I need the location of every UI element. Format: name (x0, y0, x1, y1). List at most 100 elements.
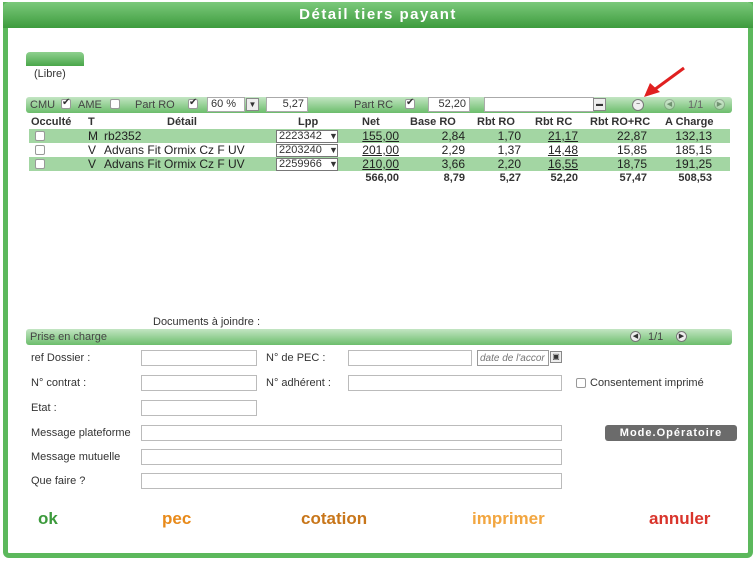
minus-icon[interactable]: ▬ (593, 98, 606, 111)
cotation-button[interactable]: cotation (301, 509, 367, 529)
que-faire-label: Que faire ? (31, 475, 86, 487)
part-ro-value[interactable]: 5,27 (266, 97, 308, 112)
num-adherent-input[interactable] (348, 375, 562, 391)
row-type: V (88, 157, 97, 171)
message-mutuelle-input[interactable] (141, 449, 562, 465)
row-type: V (88, 143, 97, 157)
chevron-down-icon[interactable]: ▼ (246, 98, 259, 111)
consentement-checkbox[interactable] (576, 378, 586, 388)
ref-dossier-label: ref Dossier : (31, 352, 91, 364)
documents-label: Documents à joindre : (153, 316, 260, 328)
header-net: Net (362, 116, 380, 128)
table-row[interactable]: V Advans Fit Ormix Cz F UV 2203240 ▼ 201… (29, 143, 730, 157)
options-pager: 1/1 (688, 99, 704, 111)
cmu-label: CMU (30, 99, 56, 111)
chevron-down-icon[interactable]: ▼ (329, 158, 338, 171)
cmu-checkbox[interactable] (61, 97, 71, 109)
row-rbt-ro: 1,37 (497, 143, 521, 157)
num-contrat-input[interactable] (141, 375, 257, 391)
chevron-down-icon[interactable]: ▼ (329, 130, 338, 143)
red-pointer-arrow-icon (644, 66, 685, 97)
header-rbt-ro: Rbt RO (477, 116, 515, 128)
row-net[interactable]: 210,00 (345, 157, 399, 171)
prise-en-charge-bar (26, 329, 732, 345)
next-page-icon[interactable]: ▶ (676, 331, 687, 342)
total-rbt-rc: 52,20 (550, 172, 578, 184)
prev-page-icon[interactable]: ◀ (664, 99, 675, 110)
row-rbt-ro-rc: 15,85 (616, 143, 647, 157)
consentement-label: Consentement imprimé (590, 377, 704, 389)
message-plateforme-input[interactable] (141, 425, 562, 441)
row-rbt-ro-rc: 22,87 (616, 129, 647, 143)
prise-en-charge-label: Prise en charge (30, 331, 108, 343)
row-rbt-ro: 1,70 (497, 129, 521, 143)
que-faire-input[interactable] (141, 473, 562, 489)
mode-operatoire-button[interactable]: Mode.Opératoire (605, 425, 737, 441)
total-base-ro: 8,79 (443, 172, 465, 184)
num-pec-label: N° de PEC : (266, 352, 326, 364)
total-a-charge: 508,53 (678, 172, 712, 184)
row-a-charge: 191,25 (675, 157, 712, 171)
num-contrat-label: N° contrat : (31, 377, 87, 389)
circle-minus-icon[interactable]: − (632, 99, 644, 111)
part-rc-checkbox[interactable] (405, 97, 415, 109)
header-rbt-rc: Rbt RC (535, 116, 573, 128)
table-row[interactable]: M rb2352 2223342 ▼ 155,00 2,84 1,70 21,1… (29, 129, 730, 143)
etat-label: Etat : (31, 402, 57, 414)
row-detail: Advans Fit Ormix Cz F UV (104, 157, 245, 171)
message-mutuelle-label: Message mutuelle (31, 451, 121, 463)
search-input[interactable] (484, 97, 594, 112)
occulte-checkbox[interactable] (35, 145, 45, 155)
row-rbt-ro-rc: 18,75 (616, 157, 647, 171)
table-row[interactable]: V Advans Fit Ormix Cz F UV 2259966 ▼ 210… (29, 157, 730, 171)
header-a-charge: A Charge (665, 116, 714, 128)
total-net: 566,00 (365, 172, 399, 184)
row-rbt-rc[interactable]: 21,17 (531, 129, 578, 143)
row-a-charge: 132,13 (675, 129, 712, 143)
row-rbt-rc[interactable]: 14,48 (531, 143, 578, 157)
row-base-ro: 2,84 (441, 129, 465, 143)
row-base-ro: 2,29 (441, 143, 465, 157)
part-ro-label: Part RO (135, 99, 175, 111)
annuler-button[interactable]: annuler (649, 509, 710, 529)
header-base-ro: Base RO (410, 116, 456, 128)
ame-checkbox[interactable] (110, 99, 120, 109)
row-a-charge: 185,15 (675, 143, 712, 157)
row-net[interactable]: 201,00 (345, 143, 399, 157)
occulte-checkbox[interactable] (35, 159, 45, 169)
etat-input[interactable] (141, 400, 257, 416)
chevron-down-icon[interactable]: ▼ (329, 144, 338, 157)
row-detail: rb2352 (104, 129, 142, 143)
prise-pager: 1/1 (648, 331, 664, 343)
pec-button[interactable]: pec (162, 509, 191, 529)
ref-dossier-input[interactable] (141, 350, 257, 366)
libre-tab[interactable] (26, 52, 84, 66)
row-detail: Advans Fit Ormix Cz F UV (104, 143, 245, 157)
header-lpp: Lpp (298, 116, 319, 128)
dialog-title: Détail tiers payant (3, 2, 753, 28)
next-page-icon[interactable]: ▶ (714, 99, 725, 110)
part-ro-percent-select[interactable]: 60 % (207, 97, 245, 112)
num-pec-input[interactable] (348, 350, 472, 366)
header-detail: Détail (167, 116, 197, 128)
row-net[interactable]: 155,00 (345, 129, 399, 143)
row-type: M (88, 129, 98, 143)
header-t: T (88, 116, 95, 128)
total-rbt-ro-rc: 57,47 (619, 172, 647, 184)
occulte-checkbox[interactable] (35, 131, 45, 141)
imprimer-button[interactable]: imprimer (472, 509, 545, 529)
num-adherent-label: N° adhérent : (266, 377, 331, 389)
header-rbt-ro-rc: Rbt RO+RC (590, 116, 651, 128)
libre-label: (Libre) (34, 68, 66, 80)
ok-button[interactable]: ok (38, 509, 58, 529)
prev-page-icon[interactable]: ◀ (630, 331, 641, 342)
calendar-icon[interactable]: ▣ (550, 351, 562, 363)
total-rbt-ro: 5,27 (499, 172, 521, 184)
date-accord-input[interactable] (477, 350, 549, 366)
row-rbt-rc[interactable]: 16,55 (531, 157, 578, 171)
ame-label: AME (78, 99, 102, 111)
part-ro-checkbox[interactable] (188, 97, 198, 109)
part-rc-value[interactable]: 52,20 (428, 97, 470, 112)
header-occulte: Occulté (31, 116, 72, 128)
row-rbt-ro: 2,20 (497, 157, 521, 171)
